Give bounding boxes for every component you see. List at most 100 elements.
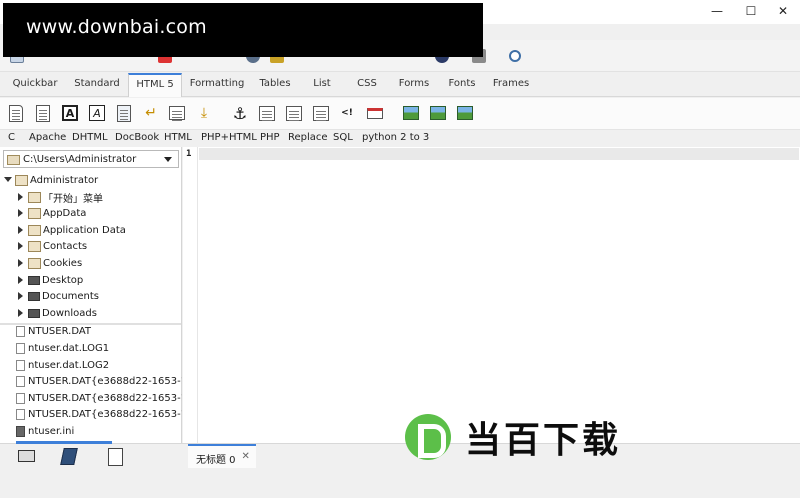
nbsp-icon[interactable]: ⤓ bbox=[195, 104, 213, 122]
file-icon bbox=[16, 359, 25, 371]
collapse-arrow-icon[interactable] bbox=[17, 242, 25, 250]
italic-icon[interactable]: A bbox=[88, 104, 106, 122]
tab-quickbar[interactable]: Quickbar bbox=[4, 73, 66, 97]
bold-icon[interactable]: A bbox=[61, 104, 79, 122]
collapse-arrow-icon[interactable] bbox=[17, 226, 25, 234]
document-tab[interactable]: 无标题 0 ✕ bbox=[188, 444, 256, 468]
file-name: ntuser.dat.LOG1 bbox=[28, 342, 110, 354]
file-item[interactable]: ntuser.dat.LOG2 bbox=[16, 357, 182, 373]
bluefish-editor-window: — ☐ ✕ www.downbai.com Quickbar Standard … bbox=[0, 0, 800, 498]
ql-dhtml[interactable]: DHTML bbox=[72, 132, 108, 143]
tree-item-label: Application Data bbox=[43, 224, 126, 236]
collapse-arrow-icon[interactable] bbox=[17, 193, 25, 201]
file-name: NTUSER.DAT{e3688d22-1653-11ec-8 bbox=[28, 392, 182, 404]
body-icon[interactable] bbox=[34, 104, 52, 122]
tree-item-label: Downloads bbox=[42, 307, 97, 319]
tree-item-desktop[interactable]: Desktop bbox=[17, 272, 83, 288]
collapse-arrow-icon[interactable] bbox=[17, 209, 25, 217]
ql-replace[interactable]: Replace bbox=[288, 132, 328, 143]
image-icon[interactable] bbox=[402, 104, 420, 122]
downloads-folder-icon bbox=[28, 308, 40, 318]
tab-tables[interactable]: Tables bbox=[252, 73, 298, 97]
collapse-arrow-icon[interactable] bbox=[17, 309, 25, 317]
ql-apache[interactable]: Apache bbox=[29, 132, 66, 143]
paragraph-icon[interactable] bbox=[115, 104, 133, 122]
comment-icon[interactable]: <! bbox=[338, 104, 356, 122]
path-value: C:\Users\Administrator bbox=[23, 154, 137, 165]
break-clear-icon[interactable] bbox=[168, 104, 186, 122]
tree-item-start-menu[interactable]: 「开始」菜单 bbox=[17, 189, 103, 205]
file-name: NTUSER.DAT{e3688d22-1653-11ec-8 bbox=[28, 408, 182, 420]
tab-standard[interactable]: Standard bbox=[68, 73, 126, 97]
line-number-gutter: 1 bbox=[183, 147, 198, 443]
code-editor[interactable]: 1 bbox=[183, 147, 800, 443]
file-item[interactable]: NTUSER.DAT{e3688d22-1653-11ec-8 bbox=[16, 390, 182, 406]
snippets-tab-icon[interactable] bbox=[108, 448, 123, 466]
filebrowser-tab-icon[interactable] bbox=[18, 450, 35, 462]
file-item[interactable]: ntuser.ini bbox=[16, 423, 182, 439]
tree-item-appdata[interactable]: AppData bbox=[17, 205, 86, 221]
file-item[interactable]: ntuser.dat.LOG1 bbox=[16, 340, 182, 356]
collapse-arrow-icon[interactable] bbox=[17, 276, 25, 284]
file-icon bbox=[16, 325, 25, 337]
thumbnail-icon[interactable] bbox=[429, 104, 447, 122]
ql-php[interactable]: PHP bbox=[260, 132, 280, 143]
tree-item-cookies[interactable]: Cookies bbox=[17, 255, 82, 271]
center-icon[interactable] bbox=[285, 104, 303, 122]
multi-thumbnail-icon[interactable] bbox=[456, 104, 474, 122]
ql-html[interactable]: HTML bbox=[164, 132, 192, 143]
tree-item-downloads[interactable]: Downloads bbox=[17, 305, 97, 321]
file-item[interactable]: NTUSER.DAT bbox=[16, 323, 182, 339]
maximize-button[interactable]: ☐ bbox=[734, 0, 768, 22]
close-icon[interactable]: ✕ bbox=[242, 451, 250, 468]
tab-html5[interactable]: HTML 5 bbox=[128, 73, 182, 97]
ql-python[interactable]: python 2 to 3 bbox=[362, 132, 429, 143]
right-justify-icon[interactable] bbox=[312, 104, 330, 122]
path-combobox[interactable]: C:\Users\Administrator bbox=[3, 150, 179, 168]
break-icon[interactable]: ↵ bbox=[142, 104, 160, 122]
folder-icon bbox=[28, 240, 41, 252]
folder-icon bbox=[28, 257, 41, 269]
tree-item-contacts[interactable]: Contacts bbox=[17, 238, 87, 254]
tab-fonts[interactable]: Fonts bbox=[442, 73, 482, 97]
file-name: NTUSER.DAT{e3688d22-1653-11ec-8 bbox=[28, 375, 182, 387]
tab-list[interactable]: List bbox=[302, 73, 342, 97]
ql-sql[interactable]: SQL bbox=[333, 132, 353, 143]
quickstart-icon[interactable] bbox=[7, 104, 25, 122]
charmap-tab-icon[interactable] bbox=[60, 448, 78, 465]
tab-forms[interactable]: Forms bbox=[392, 73, 436, 97]
ql-c[interactable]: C bbox=[8, 132, 15, 143]
folder-icon bbox=[15, 174, 28, 186]
logo-d-icon bbox=[405, 414, 451, 460]
file-name: ntuser.ini bbox=[28, 425, 75, 437]
desktop-folder-icon bbox=[28, 275, 40, 285]
tree-item-label: 「开始」菜单 bbox=[43, 193, 103, 205]
tab-formatting[interactable]: Formatting bbox=[186, 73, 248, 97]
file-browser-panel: C:\Users\Administrator Administrator 「开始… bbox=[0, 147, 182, 443]
current-line-highlight bbox=[199, 148, 799, 160]
quicklinks-bar: C Apache DHTML DocBook HTML PHP+HTML PHP… bbox=[0, 131, 800, 147]
collapse-arrow-icon[interactable] bbox=[17, 292, 25, 300]
file-icon bbox=[16, 408, 25, 420]
tree-item-documents[interactable]: Documents bbox=[17, 288, 99, 304]
minimize-button[interactable]: — bbox=[700, 0, 734, 22]
collapse-arrow-icon[interactable] bbox=[17, 259, 25, 267]
folder-icon bbox=[28, 224, 41, 236]
rule-icon[interactable] bbox=[258, 104, 276, 122]
ql-php-html[interactable]: PHP+HTML bbox=[201, 132, 257, 143]
tab-css[interactable]: CSS bbox=[348, 73, 386, 97]
anchor-icon[interactable]: ⚓ bbox=[231, 104, 249, 123]
email-icon[interactable] bbox=[366, 104, 384, 122]
expand-arrow-icon[interactable] bbox=[4, 176, 12, 184]
close-window-button[interactable]: ✕ bbox=[766, 0, 800, 22]
folder-icon bbox=[28, 191, 41, 203]
ql-docbook[interactable]: DocBook bbox=[115, 132, 159, 143]
tree-item-application-data[interactable]: Application Data bbox=[17, 222, 126, 238]
file-item[interactable]: NTUSER.DAT{e3688d22-1653-11ec-8 bbox=[16, 373, 182, 389]
chevron-down-icon[interactable] bbox=[164, 157, 172, 162]
file-name: NTUSER.DAT bbox=[28, 325, 92, 337]
tree-item-administrator[interactable]: Administrator bbox=[4, 172, 98, 188]
fullscreen-icon[interactable] bbox=[509, 50, 521, 62]
tab-frames[interactable]: Frames bbox=[490, 73, 532, 97]
file-item[interactable]: NTUSER.DAT{e3688d22-1653-11ec-8 bbox=[16, 406, 182, 422]
